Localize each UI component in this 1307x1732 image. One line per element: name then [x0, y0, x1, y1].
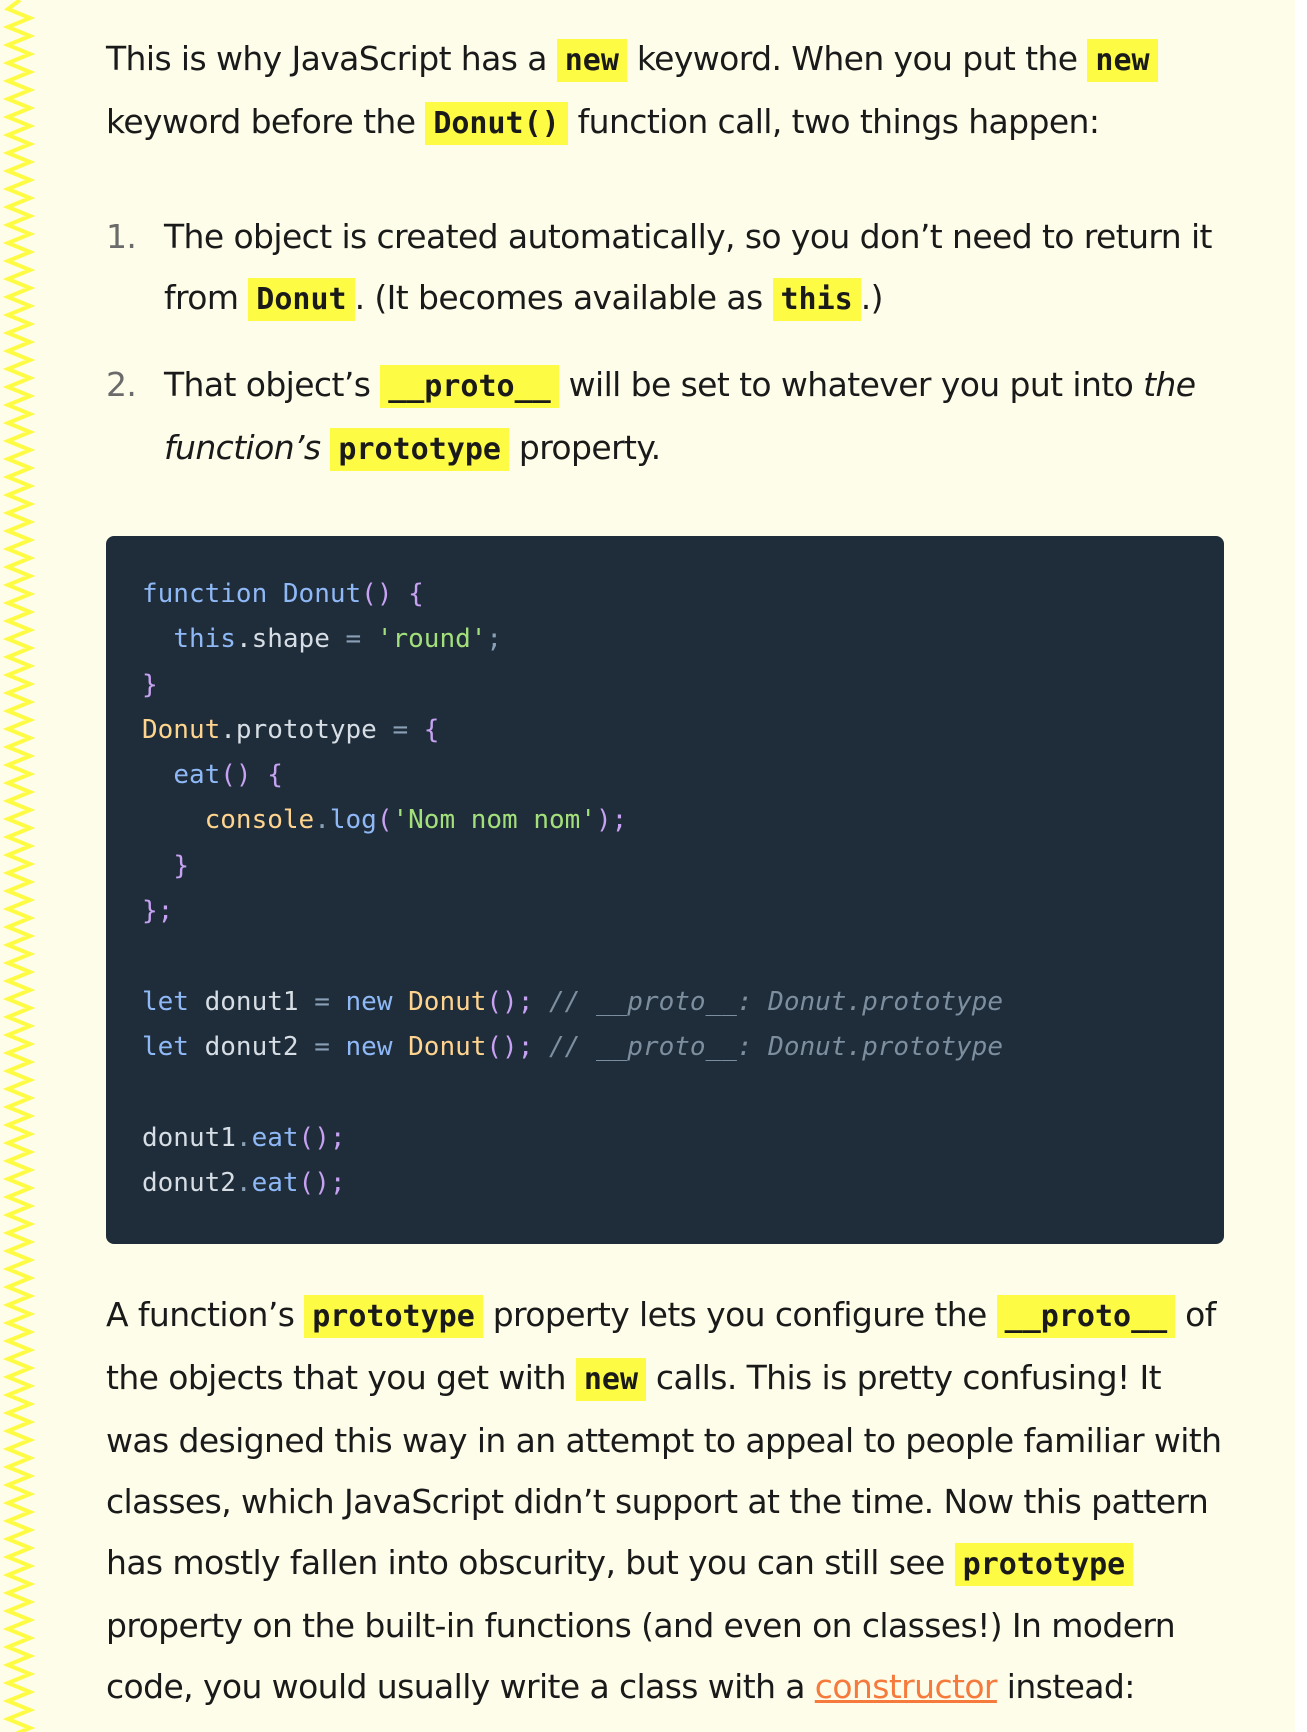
code-punct: (); [298, 1122, 346, 1153]
outro-text-1: A function’s [106, 1295, 305, 1334]
code-keyword: new [345, 1031, 393, 1062]
inline-code-prototype: prototype [954, 1543, 1134, 1586]
code-keyword: let [142, 1031, 189, 1062]
code-string: 'round' [376, 624, 487, 655]
step-text-4: property. [508, 428, 661, 467]
inline-code-donut: Donut [248, 278, 355, 321]
code-punct: ( [376, 805, 393, 836]
code-line: donut2.eat(); [142, 1161, 1224, 1206]
code-punct: . [235, 1122, 252, 1153]
code-punct: }; [142, 896, 174, 927]
constructor-link[interactable]: constructor [815, 1667, 998, 1706]
code-block: function Donut() { this.shape = 'round';… [106, 536, 1224, 1244]
code-variable: donut1 [142, 1122, 236, 1153]
code-punct: () { [361, 579, 424, 609]
code-punct: { [423, 714, 440, 745]
code-punct: ); [595, 805, 628, 836]
code-string: 'Nom nom nom' [392, 805, 596, 836]
list-item: 2. That object’s __proto__ will be set to… [106, 354, 1226, 480]
inline-code-prototype: prototype [304, 1295, 483, 1338]
code-punct: } [173, 850, 189, 881]
code-object: Donut [392, 986, 487, 1017]
code-punct: . [314, 805, 330, 836]
code-variable: donut2 [188, 1031, 315, 1062]
code-line: let donut2 = new Donut(); // __proto__: … [142, 1025, 1224, 1070]
code-keyword: new [345, 986, 393, 1017]
article-content: This is why JavaScript has a new keyword… [106, 28, 1226, 1717]
intro-text-1: This is why JavaScript has a [106, 39, 557, 78]
code-function-name: log [329, 805, 377, 836]
code-function-name: eat [173, 760, 221, 791]
code-line: console.log('Nom nom nom'); [142, 798, 1224, 843]
step-text-2: will be set to whatever you put into [558, 365, 1144, 404]
inline-code-new: new [556, 39, 627, 82]
code-operator: = [376, 714, 424, 745]
intro-paragraph: This is why JavaScript has a new keyword… [106, 28, 1226, 154]
code-line: this.shape = 'round'; [142, 617, 1224, 662]
code-line: } [142, 663, 1224, 708]
code-line: Donut.prototype = { [142, 708, 1224, 753]
code-punct: } [142, 669, 158, 700]
code-object: Donut [392, 1031, 487, 1062]
code-line: eat() { [142, 753, 1224, 798]
code-operator: = [314, 986, 346, 1017]
outro-text-2: property lets you configure the [482, 1295, 997, 1334]
step-text-3 [321, 428, 331, 467]
code-comment: // __proto__: Donut.prototype [533, 1031, 1003, 1062]
zigzag-border-graphic [2, 0, 36, 1732]
code-comment: // __proto__: Donut.prototype [533, 986, 1003, 1017]
step-text-1: That object’s [164, 365, 381, 404]
step-text-3: .) [860, 278, 884, 317]
code-object: Donut [142, 714, 221, 745]
code-variable: donut1 [188, 986, 315, 1017]
code-function-name: eat [251, 1122, 299, 1153]
inline-code-donut-call: Donut() [425, 102, 568, 145]
code-punct: (); [486, 986, 534, 1017]
code-keyword: function [142, 579, 268, 609]
inline-code-new-2: new [1087, 39, 1158, 82]
zigzag-border [0, 0, 42, 1732]
code-punct: ; [486, 624, 503, 655]
inline-code-proto: __proto__ [380, 365, 559, 408]
code-line: function Donut() { [142, 572, 1224, 617]
code-keyword: let [142, 986, 189, 1017]
list-item: 1. The object is created automatically, s… [106, 206, 1226, 330]
intro-text-4: function call, two things happen: [567, 102, 1100, 141]
inline-code-this: this [772, 278, 861, 321]
list-number: 1. [106, 217, 137, 256]
code-punct: . [235, 1167, 252, 1198]
inline-code-prototype: prototype [330, 428, 509, 471]
code-property: .shape [235, 624, 330, 655]
code-operator: = [329, 624, 377, 655]
inline-code-proto: __proto__ [996, 1295, 1176, 1338]
outro-paragraph: A function’s prototype property lets you… [106, 1284, 1226, 1717]
code-line: } [142, 844, 1224, 889]
steps-list: 1. The object is created automatically, s… [106, 206, 1226, 480]
code-property: .prototype [220, 714, 377, 745]
list-number: 2. [106, 365, 137, 404]
code-variable: donut2 [142, 1167, 236, 1198]
intro-text-2: keyword. When you put the [626, 39, 1088, 78]
intro-text-3: keyword before the [106, 102, 426, 141]
code-punct: () { [220, 760, 283, 791]
code-punct: (); [486, 1031, 534, 1062]
code-punct: (); [298, 1167, 346, 1198]
code-operator: = [314, 1031, 346, 1062]
code-line: let donut1 = new Donut(); // __proto__: … [142, 980, 1224, 1025]
outro-text-6: instead: [996, 1667, 1136, 1706]
step-text-2: . (It becomes available as [354, 278, 773, 317]
code-line: }; [142, 889, 1224, 934]
inline-code-new: new [575, 1358, 647, 1401]
code-keyword: this [173, 624, 236, 655]
code-function-name: Donut [282, 579, 362, 609]
code-line: donut1.eat(); [142, 1116, 1224, 1161]
code-object: console [204, 805, 315, 836]
code-function-name: eat [251, 1167, 299, 1198]
